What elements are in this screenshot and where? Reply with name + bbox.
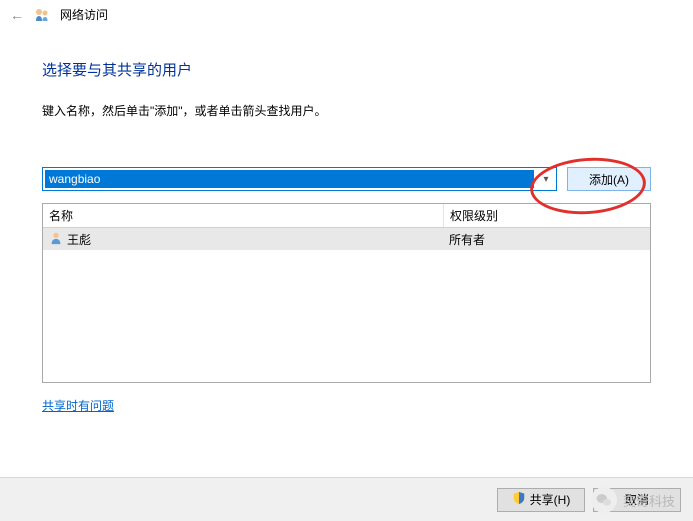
table-header: 名称 权限级别 bbox=[43, 204, 650, 228]
add-button[interactable]: 添加(A) bbox=[567, 167, 651, 191]
help-link[interactable]: 共享时有问题 bbox=[42, 397, 114, 414]
user-input-row: ▾ 添加(A) bbox=[42, 167, 651, 191]
window-title: 网络访问 bbox=[60, 6, 108, 23]
user-name-text: 王彪 bbox=[67, 231, 91, 248]
cell-user-name: 王彪 bbox=[43, 231, 443, 248]
content-area: 选择要与其共享的用户 键入名称，然后单击"添加"，或者单击箭头查找用户。 ▾ 添… bbox=[0, 29, 693, 414]
instruction-text: 键入名称，然后单击"添加"，或者单击箭头查找用户。 bbox=[42, 102, 651, 119]
page-title: 选择要与其共享的用户 bbox=[42, 59, 651, 80]
user-combobox[interactable]: ▾ bbox=[42, 167, 557, 191]
cancel-button[interactable]: 取消 bbox=[593, 488, 681, 512]
footer-bar: 共享(H) 取消 bbox=[0, 477, 693, 521]
title-bar: ← 网络访问 bbox=[0, 0, 693, 29]
chevron-down-icon[interactable]: ▾ bbox=[536, 168, 556, 190]
users-table: 名称 权限级别 王彪 所有者 bbox=[42, 203, 651, 383]
column-name-header[interactable]: 名称 bbox=[43, 207, 443, 224]
network-access-icon bbox=[34, 7, 50, 23]
user-icon bbox=[49, 231, 63, 248]
user-name-input[interactable] bbox=[45, 170, 534, 188]
cell-permission: 所有者 bbox=[443, 231, 650, 248]
shield-icon bbox=[512, 491, 526, 508]
share-button[interactable]: 共享(H) bbox=[497, 488, 585, 512]
column-permission-header[interactable]: 权限级别 bbox=[443, 204, 650, 227]
table-row[interactable]: 王彪 所有者 bbox=[43, 228, 650, 250]
back-arrow-icon[interactable]: ← bbox=[10, 7, 24, 23]
